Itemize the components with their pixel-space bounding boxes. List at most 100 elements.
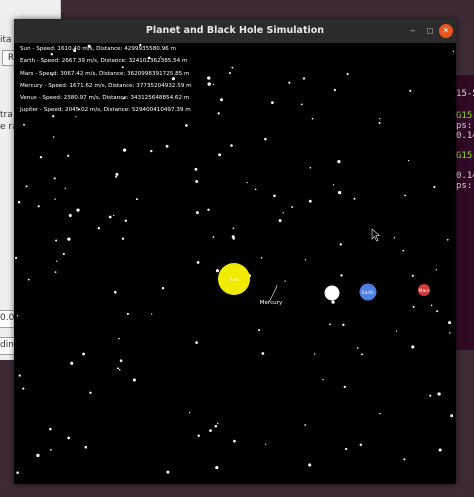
star xyxy=(322,379,324,381)
star xyxy=(228,72,231,74)
star xyxy=(337,190,342,195)
star xyxy=(284,280,286,282)
star xyxy=(313,353,316,355)
mouse-cursor-icon xyxy=(371,228,381,242)
star xyxy=(22,387,25,390)
star xyxy=(273,194,276,198)
speed-distance-readouts: Sun - Speed: 1610.40 m/s, Distance: 4299… xyxy=(20,43,192,117)
star xyxy=(114,290,117,294)
star xyxy=(448,321,452,325)
star xyxy=(55,239,58,242)
star xyxy=(411,345,415,349)
star xyxy=(438,448,442,452)
star xyxy=(195,180,199,183)
star xyxy=(119,359,123,363)
star xyxy=(97,226,101,230)
star xyxy=(402,249,405,252)
star xyxy=(165,144,169,148)
star xyxy=(395,330,398,332)
star xyxy=(207,208,210,211)
window-titlebar[interactable]: Planet and Black Hole Simulation – □ ✕ xyxy=(14,19,456,43)
star xyxy=(412,305,415,308)
star xyxy=(288,81,291,84)
star xyxy=(340,274,343,277)
star xyxy=(452,50,455,52)
terminal-line: G15- xyxy=(456,151,474,161)
star xyxy=(446,238,449,241)
star xyxy=(308,463,312,467)
star xyxy=(264,137,267,141)
star xyxy=(435,269,437,271)
star xyxy=(271,101,274,104)
star xyxy=(84,445,88,449)
star xyxy=(166,470,170,474)
star xyxy=(207,82,211,86)
venus-body xyxy=(324,285,340,301)
earth-label: Earth xyxy=(362,290,374,296)
star xyxy=(433,185,436,189)
star xyxy=(117,367,119,370)
star xyxy=(337,159,341,164)
star xyxy=(52,136,55,138)
star xyxy=(185,124,188,127)
star xyxy=(379,412,381,415)
star xyxy=(231,66,234,69)
star xyxy=(214,424,218,428)
close-button[interactable]: ✕ xyxy=(439,24,453,38)
star xyxy=(378,122,381,124)
star xyxy=(18,374,21,377)
star xyxy=(230,144,233,147)
star xyxy=(302,77,306,80)
readout-jupiter: Jupiter - Speed: 2045.02 m/s, Distance: … xyxy=(20,107,191,114)
star xyxy=(67,436,71,440)
star xyxy=(308,199,312,203)
star xyxy=(258,329,261,332)
star xyxy=(353,197,356,200)
star xyxy=(89,391,92,395)
star xyxy=(118,337,120,340)
star xyxy=(27,278,30,281)
star xyxy=(39,156,43,159)
star xyxy=(115,175,118,178)
minimize-button[interactable]: – xyxy=(406,24,420,38)
star xyxy=(331,300,335,304)
star xyxy=(50,448,52,451)
terminal-line: 0.14 xyxy=(456,131,474,141)
star xyxy=(333,89,336,92)
star xyxy=(16,471,19,474)
sun-label: Sun xyxy=(230,277,239,283)
star xyxy=(329,323,331,326)
star xyxy=(409,89,412,92)
maximize-button[interactable]: □ xyxy=(423,24,437,38)
terminal-line: 15-55 xyxy=(456,89,474,99)
star xyxy=(343,385,346,389)
star xyxy=(196,261,200,264)
dialog-text-fragment: ita xyxy=(0,35,12,45)
star xyxy=(197,434,200,437)
readout-sun: Sun - Speed: 1610.40 m/s, Distance: 4299… xyxy=(20,46,176,52)
star xyxy=(126,312,129,315)
star xyxy=(449,332,451,334)
star xyxy=(429,394,432,397)
star xyxy=(55,260,58,262)
star xyxy=(304,259,307,261)
mercury-label: Mercury xyxy=(260,300,283,306)
star xyxy=(108,215,112,219)
star xyxy=(49,427,52,431)
star xyxy=(411,274,414,277)
star xyxy=(407,159,410,162)
star xyxy=(403,458,406,461)
star xyxy=(233,439,236,443)
simulation-window: Planet and Black Hole Simulation – □ ✕ S… xyxy=(14,19,456,484)
star xyxy=(361,353,363,356)
star xyxy=(37,205,40,208)
star xyxy=(188,411,191,414)
star xyxy=(217,112,220,115)
star xyxy=(15,256,18,259)
star xyxy=(311,117,314,120)
star xyxy=(450,414,454,418)
star xyxy=(115,172,119,176)
star xyxy=(135,198,138,201)
star xyxy=(265,443,267,445)
star xyxy=(218,153,222,157)
